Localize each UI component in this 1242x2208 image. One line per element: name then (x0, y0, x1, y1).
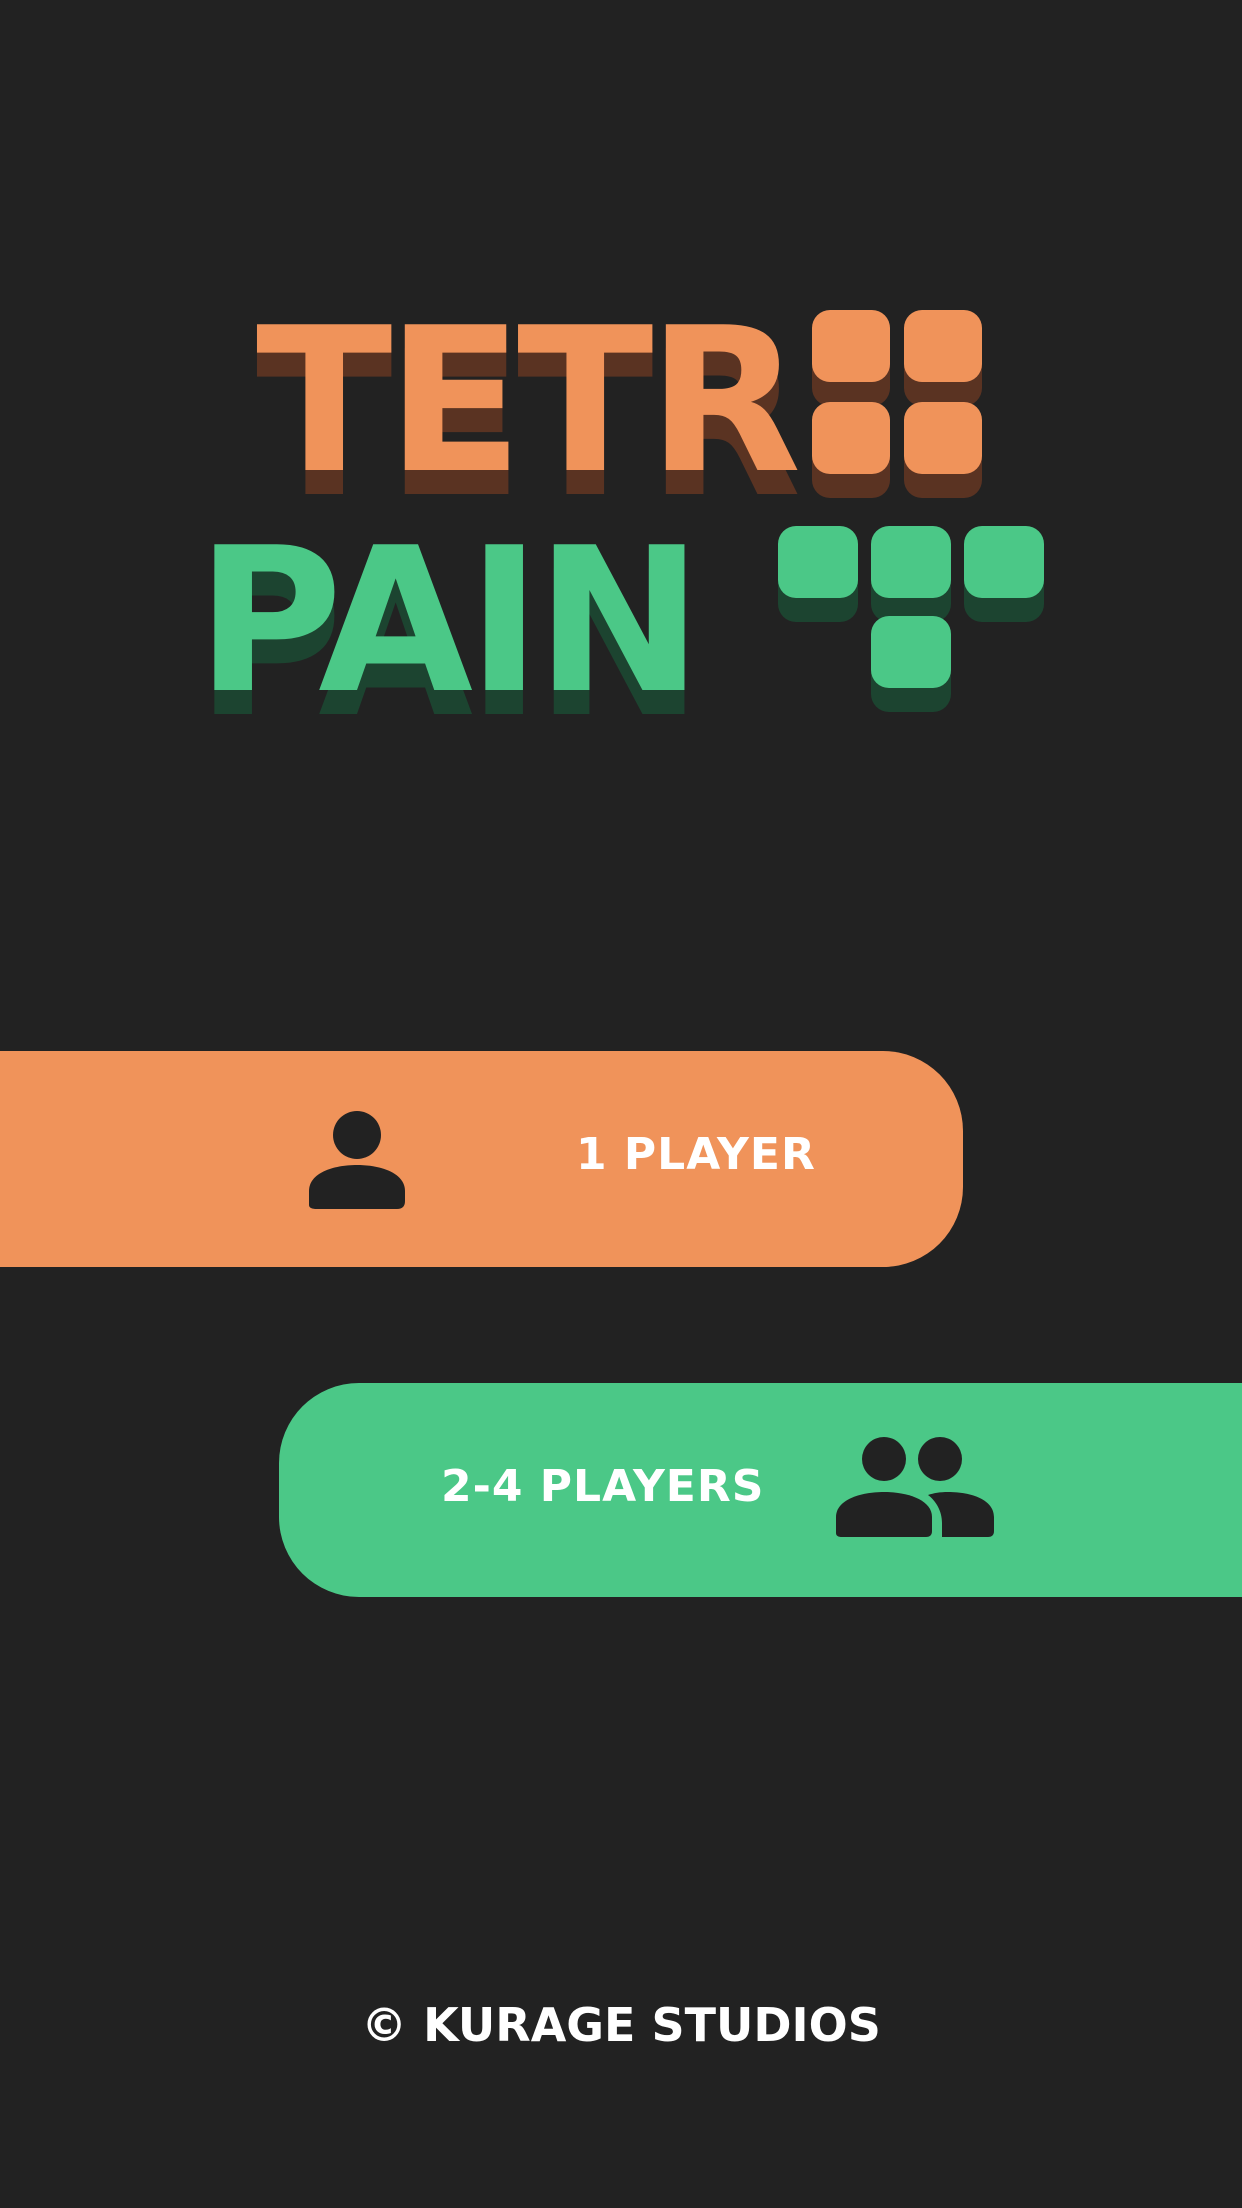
logo-graphic: TETR TETR PAIN PAIN (196, 285, 1044, 760)
multi-player-label: 2-4 PLAYERS (441, 1461, 765, 1512)
multi-player-button[interactable]: 2-4 PLAYERS (279, 1383, 1242, 1597)
game-logo: TETR TETR PAIN PAIN (0, 0, 1242, 760)
single-player-button[interactable]: 1 PLAYER (0, 1051, 963, 1267)
group-icon (836, 1437, 996, 1545)
person-icon (307, 1109, 407, 1213)
logo-line2: PAIN (196, 505, 697, 738)
copyright-text: © KURAGE STUDIOS (361, 1998, 881, 2052)
single-player-label: 1 PLAYER (576, 1129, 816, 1180)
logo-line1: TETR (256, 285, 797, 518)
